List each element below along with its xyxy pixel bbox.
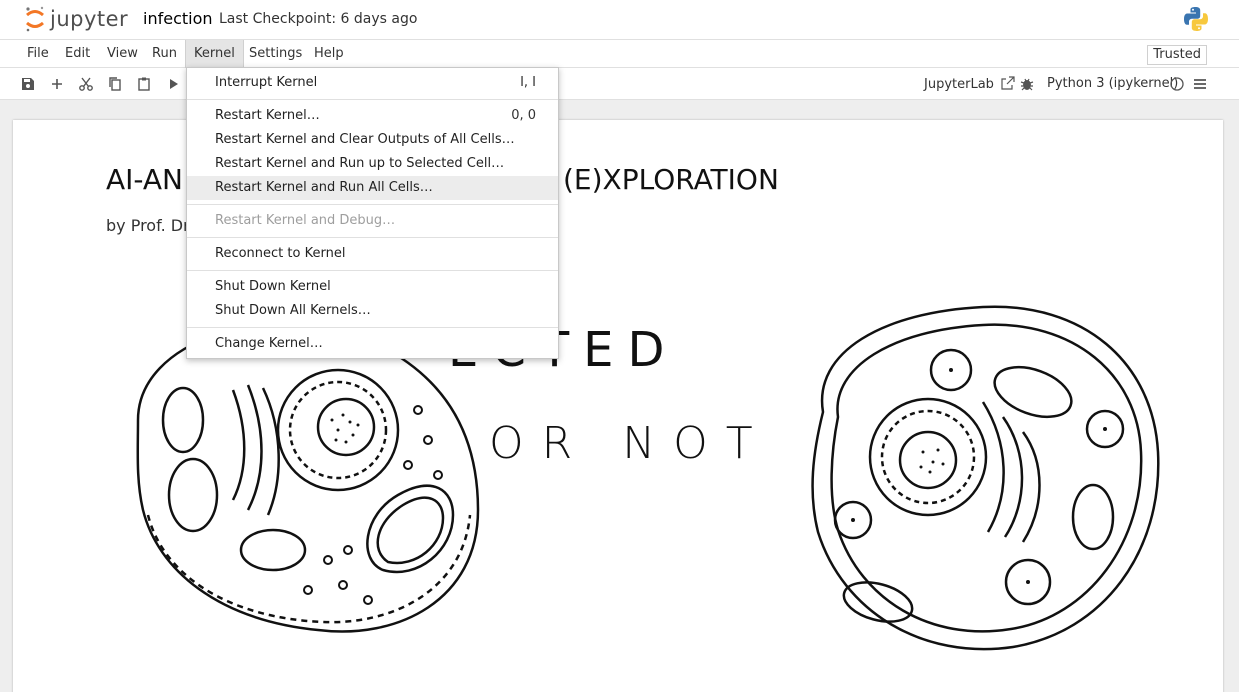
notebook-title[interactable]: infection (143, 9, 213, 28)
menu-item-restart-debug: Restart Kernel and Debug… (187, 209, 558, 233)
menu-item-label: Change Kernel… (215, 336, 323, 351)
menu-item-label: Restart Kernel… (215, 108, 320, 123)
add-cell-icon[interactable] (49, 76, 65, 92)
menu-kernel[interactable]: Kernel (185, 40, 244, 68)
author-byline: by Prof. Dr (106, 216, 190, 235)
python-logo-icon (1183, 6, 1209, 36)
menu-item-label: Restart Kernel and Run up to Selected Ce… (215, 156, 505, 171)
menu-separator (187, 270, 558, 271)
menu-item-shut-down-all-kernels[interactable]: Shut Down All Kernels… (187, 299, 558, 323)
menu-item-label: Restart Kernel and Clear Outputs of All … (215, 132, 515, 147)
menu-item-shut-down-kernel[interactable]: Shut Down Kernel (187, 275, 558, 299)
menu-item-interrupt-kernel[interactable]: Interrupt Kernel I, I (187, 71, 558, 95)
kernel-name[interactable]: Python 3 (ipykernel) (1047, 76, 1178, 91)
paste-icon[interactable] (136, 76, 152, 92)
heading-right: (E)XPLORATION (563, 163, 779, 196)
menu-item-restart-kernel[interactable]: Restart Kernel… 0, 0 (187, 104, 558, 128)
menu-help[interactable]: Help (306, 40, 352, 68)
menu-edit[interactable]: Edit (57, 40, 98, 68)
menu-item-label: Shut Down Kernel (215, 279, 331, 294)
menu-item-change-kernel[interactable]: Change Kernel… (187, 332, 558, 356)
menu-item-label: Shut Down All Kernels… (215, 303, 371, 318)
menu-separator (187, 327, 558, 328)
menu-run[interactable]: Run (144, 40, 185, 68)
top-header: jupyter infection Last Checkpoint: 6 day… (0, 0, 1239, 40)
illustration-text-or-not: OR NOT (489, 418, 771, 469)
open-jupyterlab-link[interactable]: JupyterLab (924, 76, 1015, 92)
menu-item-label: Interrupt Kernel (215, 75, 318, 90)
run-icon[interactable] (166, 76, 182, 92)
jupyter-logo-icon (26, 6, 44, 32)
menu-item-label: Restart Kernel and Run All Cells… (215, 180, 433, 195)
logo-text: jupyter (50, 7, 129, 31)
checkpoint-status: Last Checkpoint: 6 days ago (219, 11, 418, 27)
menu-item-label: Restart Kernel and Debug… (215, 213, 396, 228)
menu-view[interactable]: View (99, 40, 146, 68)
menu-bar: File Edit View Run Kernel Settings Help … (0, 40, 1239, 68)
menu-item-restart-clear-outputs[interactable]: Restart Kernel and Clear Outputs of All … (187, 128, 558, 152)
menu-settings[interactable]: Settings (241, 40, 310, 68)
kernel-status-idle-icon (1170, 77, 1184, 91)
save-icon[interactable] (20, 76, 36, 92)
menu-separator (187, 237, 558, 238)
menu-item-reconnect-kernel[interactable]: Reconnect to Kernel (187, 242, 558, 266)
external-link-icon (1001, 76, 1015, 90)
menu-item-label: Reconnect to Kernel (215, 246, 346, 261)
menu-item-restart-run-all[interactable]: Restart Kernel and Run All Cells… (187, 176, 558, 200)
cut-icon[interactable] (78, 76, 94, 92)
menu-item-shortcut: 0, 0 (511, 108, 536, 123)
heading-left: AI-AN (106, 163, 183, 196)
menu-item-shortcut: I, I (520, 75, 536, 90)
jupyter-logo[interactable]: jupyter (24, 4, 128, 34)
jupyterlab-label: JupyterLab (924, 77, 994, 92)
menu-file[interactable]: File (19, 40, 57, 68)
trusted-indicator[interactable]: Trusted (1147, 45, 1207, 65)
copy-icon[interactable] (107, 76, 123, 92)
infected-cell-illustration (811, 305, 1160, 651)
kernel-dropdown-menu: Interrupt Kernel I, I Restart Kernel… 0,… (186, 67, 559, 359)
menu-separator (187, 99, 558, 100)
debugger-bug-icon[interactable] (1019, 76, 1035, 92)
menu-separator (187, 204, 558, 205)
hamburger-menu-icon[interactable] (1192, 76, 1208, 92)
menu-item-restart-run-to-selected[interactable]: Restart Kernel and Run up to Selected Ce… (187, 152, 558, 176)
